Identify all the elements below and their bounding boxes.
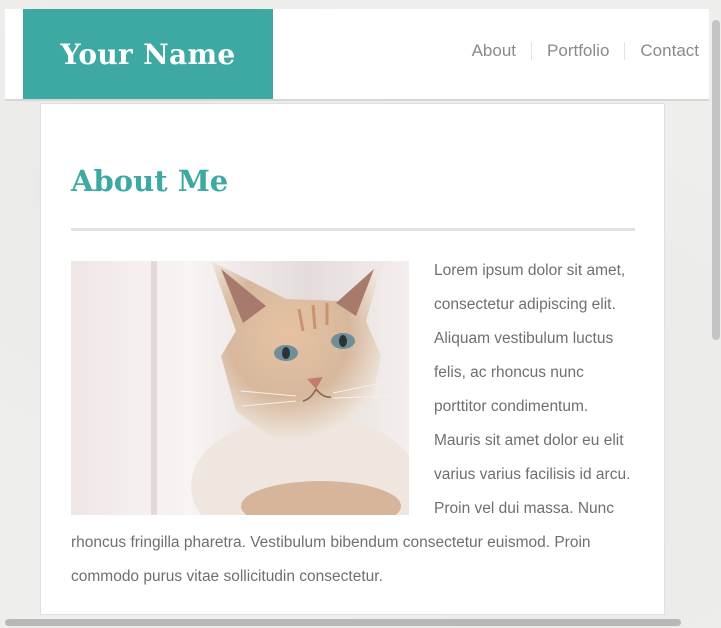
page-title: About Me: [71, 164, 229, 198]
logo-text: Your Name: [60, 37, 236, 71]
nav-link-contact[interactable]: Contact: [625, 40, 699, 62]
nav-link-portfolio[interactable]: Portfolio: [532, 40, 624, 62]
nav-link-about[interactable]: About: [457, 40, 531, 62]
divider: [71, 228, 635, 231]
cat-illustration: [71, 261, 409, 515]
logo[interactable]: Your Name: [23, 9, 273, 99]
about-text: Lorem ipsum dolor sit amet, consectetur …: [71, 254, 635, 594]
about-section: About Me Lorem ipsum dolor sit amet, con…: [40, 103, 665, 615]
main-nav: About Portfolio Contact: [457, 40, 699, 62]
horizontal-scrollbar[interactable]: [5, 619, 681, 626]
site-header: Your Name About Portfolio Contact: [5, 9, 709, 101]
vertical-scrollbar[interactable]: [712, 20, 720, 340]
cat-photo: [71, 261, 409, 515]
